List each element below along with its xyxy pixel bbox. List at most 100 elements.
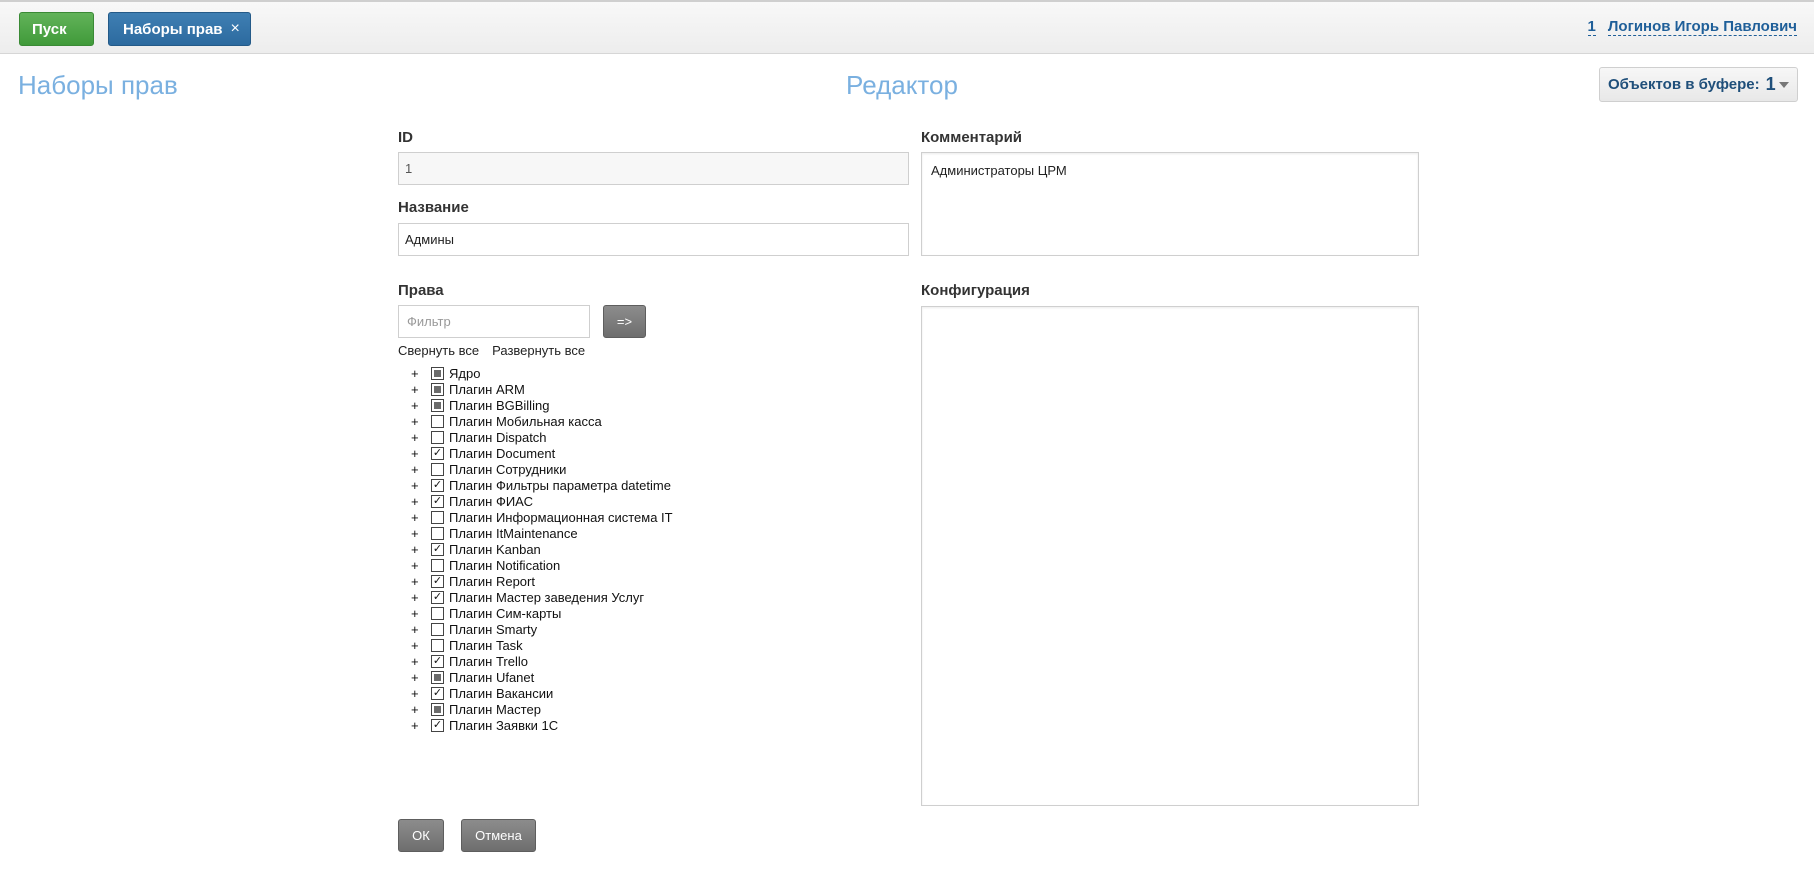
expand-icon[interactable]: + [411,622,425,637]
buffer-label: Объектов в буфере: [1608,76,1760,93]
buffer-count: 1 [1765,74,1776,94]
buffer-dropdown[interactable]: Объектов в буфере: 1 [1599,67,1798,102]
tree-item-label: Плагин Ufanet [449,669,535,685]
tree-item-label: Плагин Информационная система IT [449,509,673,525]
tree-checkbox[interactable] [431,622,444,636]
tree-row: + Плагин ФИАС [411,493,831,509]
tree-checkbox[interactable] [431,542,444,556]
tree-item-label: Плагин Мобильная касса [449,413,602,429]
expand-icon[interactable]: + [411,638,425,653]
tree-checkbox[interactable] [431,606,444,620]
start-button-label: Пуск [32,20,67,38]
user-count-link[interactable]: 1 [1587,18,1596,36]
name-label: Название [398,199,469,216]
tree-row: + Плагин ARM [411,381,831,397]
tree-row: + Плагин Сим-карты [411,605,831,621]
expand-icon[interactable]: + [411,574,425,589]
tree-checkbox[interactable] [431,670,444,684]
name-field[interactable]: Админы [398,223,909,256]
tree-row: + Плагин Информационная система IT [411,509,831,525]
id-field[interactable]: 1 [398,152,909,185]
expand-icon[interactable]: + [411,382,425,397]
tree-row: + Плагин Notification [411,557,831,573]
tree-item-label: Плагин Notification [449,557,561,573]
tab-label: Наборы прав [123,20,223,38]
tree-row: + Плагин Task [411,637,831,653]
close-icon[interactable]: × [231,21,240,37]
expand-icon[interactable]: + [411,446,425,461]
tree-row: + Плагин Kanban [411,541,831,557]
expand-icon[interactable]: + [411,702,425,717]
collapse-all-link[interactable]: Свернуть все [398,343,479,358]
tree-row: + Плагин Фильтры параметра datetime [411,477,831,493]
tree-checkbox[interactable] [431,398,444,412]
tree-checkbox[interactable] [431,558,444,572]
tree-item-label: Плагин Сим-карты [449,605,562,621]
expand-icon[interactable]: + [411,398,425,413]
rights-tree: + Ядро + Плагин ARM + Плагин BGBilling + Плагин… [411,365,831,733]
ok-button[interactable]: ОК [398,819,444,852]
tree-checkbox[interactable] [431,590,444,604]
expand-icon[interactable]: + [411,494,425,509]
expand-icon[interactable]: + [411,590,425,605]
expand-icon[interactable]: + [411,670,425,685]
tree-checkbox[interactable] [431,654,444,668]
top-bar: Пуск Наборы прав × 1 Логинов Игорь Павло… [0,0,1814,54]
config-label: Конфигурация [921,282,1030,299]
tree-row: + Плагин Мобильная касса [411,413,831,429]
filter-apply-button[interactable]: => [603,305,646,338]
tree-item-label: Плагин Document [449,445,556,461]
tree-checkbox[interactable] [431,574,444,588]
tree-row: + Плагин BGBilling [411,397,831,413]
tree-checkbox[interactable] [431,462,444,476]
tree-checkbox[interactable] [431,478,444,492]
tree-checkbox[interactable] [431,430,444,444]
tree-checkbox[interactable] [431,638,444,652]
expand-all-link[interactable]: Развернуть все [492,343,585,358]
tree-row: + Плагин Сотрудники [411,461,831,477]
expand-icon[interactable]: + [411,542,425,557]
tree-row: + Плагин Вакансии [411,685,831,701]
tree-checkbox[interactable] [431,366,444,380]
comment-textarea[interactable]: Администраторы ЦРМ [921,152,1419,256]
rights-label: Права [398,282,444,299]
tree-checkbox[interactable] [431,446,444,460]
tree-row: + Плагин Report [411,573,831,589]
tree-checkbox[interactable] [431,718,444,732]
start-button[interactable]: Пуск [19,12,94,46]
expand-icon[interactable]: + [411,686,425,701]
expand-icon[interactable]: + [411,510,425,525]
expand-icon[interactable]: + [411,366,425,381]
tree-row: + Плагин Document [411,445,831,461]
filter-input[interactable]: Фильтр [398,305,590,338]
tree-checkbox[interactable] [431,702,444,716]
tree-checkbox[interactable] [431,526,444,540]
tree-checkbox[interactable] [431,414,444,428]
expand-icon[interactable]: + [411,478,425,493]
tree-item-label: Плагин ФИАС [449,493,533,509]
expand-icon[interactable]: + [411,558,425,573]
cancel-button[interactable]: Отмена [461,819,536,852]
tree-checkbox[interactable] [431,494,444,508]
config-textarea[interactable] [921,306,1419,806]
chevron-down-icon [1779,82,1789,88]
tree-checkbox[interactable] [431,510,444,524]
tree-checkbox[interactable] [431,686,444,700]
expand-icon[interactable]: + [411,430,425,445]
tree-item-label: Плагин Dispatch [449,429,547,445]
tab-rights-sets[interactable]: Наборы прав × [108,12,251,46]
tree-item-label: Плагин Заявки 1С [449,717,559,733]
tree-item-label: Плагин Report [449,573,535,589]
expand-icon[interactable]: + [411,462,425,477]
expand-icon[interactable]: + [411,606,425,621]
tree-item-label: Плагин Kanban [449,541,541,557]
user-name-link[interactable]: Логинов Игорь Павлович [1607,18,1797,36]
expand-icon[interactable]: + [411,414,425,429]
tree-row: + Плагин Dispatch [411,429,831,445]
tree-item-label: Плагин Вакансии [449,685,554,701]
expand-icon[interactable]: + [411,654,425,669]
expand-icon[interactable]: + [411,718,425,733]
expand-icon[interactable]: + [411,526,425,541]
tree-checkbox[interactable] [431,382,444,396]
tree-item-label: Плагин ARM [449,381,525,397]
